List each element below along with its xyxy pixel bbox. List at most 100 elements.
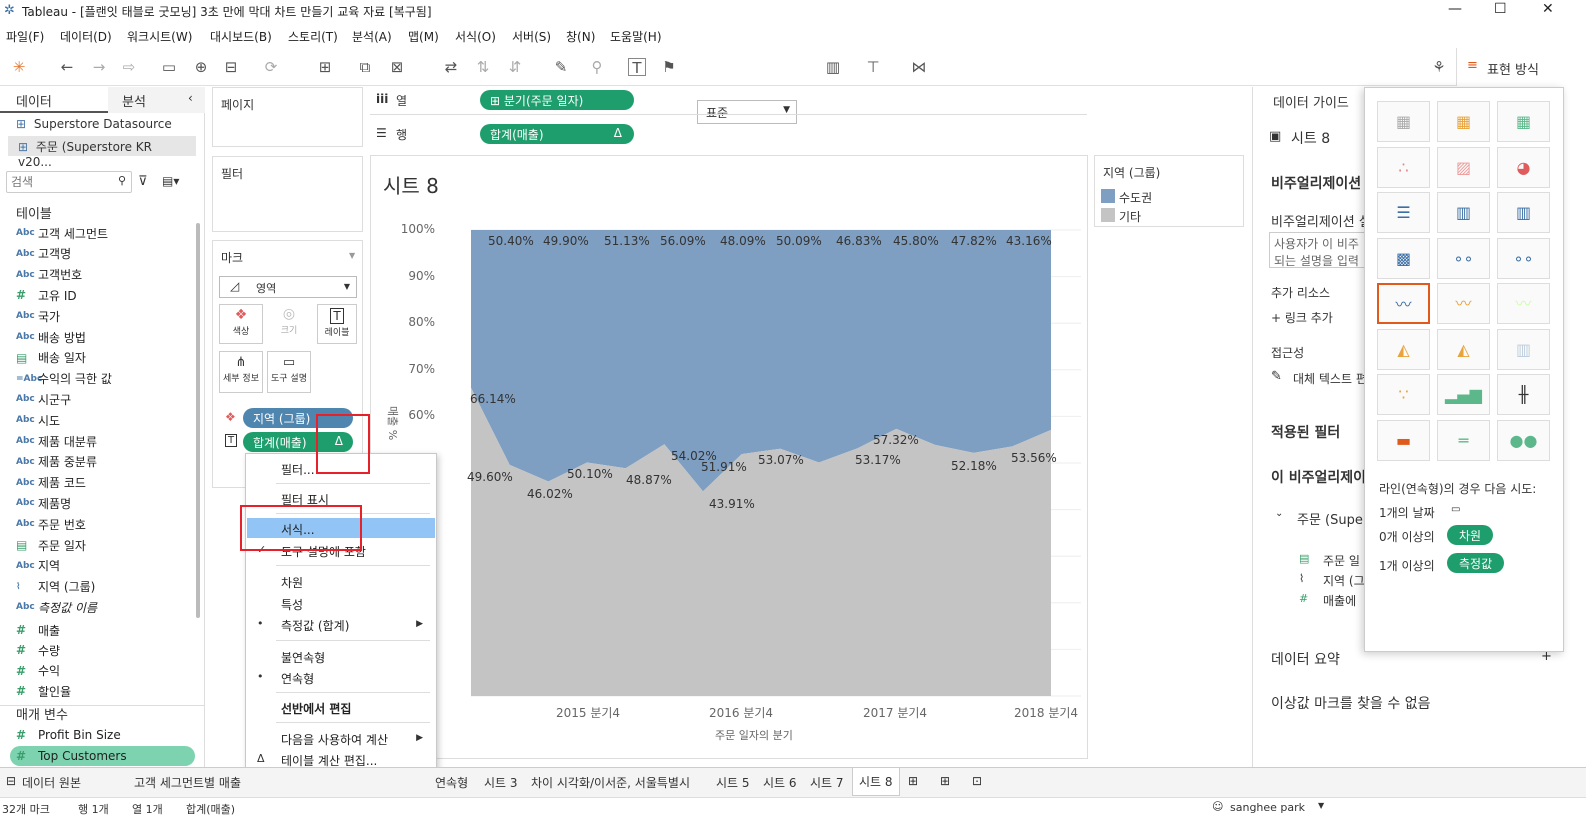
save-icon[interactable]: ▭ [160, 58, 178, 76]
dimensions-field[interactable]: Abc 고객번호 [16, 265, 82, 285]
dimensions-field[interactable]: Abc 제품 코드 [16, 473, 86, 493]
columns-shelf[interactable]: iii 열 ⊞ 분기(주문 일자) [370, 87, 1087, 115]
side-by-side-bars-thumbnail[interactable]: ▥ [1497, 192, 1550, 233]
dimensions-field[interactable]: Abc 제품 중분류 [16, 452, 97, 472]
dimensions-field[interactable]: Abc 배송 방법 [16, 327, 86, 347]
text-table-thumbnail[interactable]: ▦ [1377, 101, 1430, 142]
menu-item[interactable]: 특성 [247, 593, 435, 613]
dimensions-field[interactable]: Abc 주문 번호 [16, 514, 86, 534]
chevron-down-icon[interactable]: ▼ [349, 251, 355, 260]
dimensions-field[interactable]: ⌇ 지역 (그룹) [16, 577, 95, 597]
tab-analysis[interactable]: 분석 ‹ [108, 87, 205, 113]
menu-window[interactable]: 창(N) [566, 28, 595, 45]
measures-field[interactable]: # 할인율 [16, 681, 71, 701]
highlight-table-thumbnail[interactable]: ▦ [1497, 101, 1550, 142]
show-labels-icon[interactable]: T [628, 58, 646, 77]
params-field[interactable]: # Top Customers [10, 746, 195, 766]
dimensions-field[interactable]: Abc 고객 세그먼트 [16, 223, 108, 243]
clear-sheet-icon[interactable]: ⊠ [388, 58, 406, 76]
symbol-map-thumbnail[interactable]: ∴ [1377, 146, 1430, 188]
sort-asc-icon[interactable]: ⇅ [474, 58, 492, 76]
area-discrete-thumbnail[interactable]: ◭ [1437, 328, 1490, 370]
bullet-graph-thumbnail[interactable]: ═ [1437, 419, 1490, 461]
circle-views-thumbnail[interactable]: ∘∘ [1437, 237, 1490, 279]
new-sheet-icon[interactable]: ⊞ [908, 774, 918, 788]
treemap-thumbnail[interactable]: ▩ [1377, 237, 1430, 279]
columns-pill[interactable]: ⊞ 분기(주문 일자) [480, 90, 634, 110]
tab-data[interactable]: 데이터 [0, 87, 108, 113]
menu-file[interactable]: 파일(F) [6, 28, 44, 45]
rows-pill[interactable]: 합계(매출) Δ [480, 124, 634, 144]
legend-item-capital[interactable]: 수도권 [1119, 189, 1152, 206]
pie-chart-thumbnail[interactable]: ◕ [1497, 146, 1550, 188]
menu-story[interactable]: 스토리(T) [288, 28, 338, 45]
menu-worksheet[interactable]: 워크시트(W) [127, 28, 192, 45]
group-icon[interactable]: ⚲ [588, 58, 606, 76]
pages-shelf[interactable]: 페이지 [212, 87, 363, 147]
datasource-item-selected[interactable]: ⊞ 주문 (Superstore KR v20... [8, 136, 196, 169]
measures-field[interactable]: # 매출 [16, 620, 60, 640]
tab-continuous[interactable]: 연속형 [435, 774, 468, 791]
description-box[interactable]: 사용자가 이 비주 되는 설명을 입력 [1269, 232, 1379, 268]
label-button[interactable]: T 레이블 [317, 304, 357, 344]
menu-server[interactable]: 서버(S) [512, 28, 551, 45]
new-story-icon[interactable]: ⊡ [972, 774, 982, 788]
dimensions-field[interactable]: =Abc 수익의 극한 값 [16, 369, 112, 389]
chevron-down-icon[interactable]: ⌄ [1275, 508, 1283, 519]
tab-datasource[interactable]: 데이터 원본 [22, 774, 81, 791]
histogram-thumbnail[interactable]: ▂▄▆ [1437, 374, 1490, 415]
menu-item[interactable]: 테이블 계산 편집... Δ [247, 749, 435, 769]
menu-analysis[interactable]: 분석(A) [352, 28, 392, 45]
dimensions-field[interactable]: Abc 제품 대분류 [16, 431, 97, 451]
tab-sheet5[interactable]: 시트 5 [716, 774, 750, 791]
measures-field[interactable]: # 수량 [16, 640, 60, 660]
pin-icon[interactable]: ⚑ [660, 58, 678, 76]
tab-sheet3[interactable]: 시트 3 [484, 774, 518, 791]
presentation-icon[interactable]: ⊤ [864, 58, 882, 76]
refresh-icon[interactable]: ⟳ [262, 58, 280, 76]
collapse-icon[interactable]: ‹ [188, 91, 193, 105]
params-field[interactable]: # Profit Bin Size [16, 725, 121, 745]
minimize-button[interactable]: — [1448, 1, 1462, 17]
share-icon[interactable]: ⋈ [910, 58, 928, 76]
lines-discrete-thumbnail[interactable]: 〰 [1437, 283, 1490, 324]
lines-continuous-thumbnail[interactable]: 〰 [1377, 283, 1430, 324]
size-button[interactable]: ◎ 크기 [267, 304, 311, 344]
dimensions-field[interactable]: Abc 측정값 이름 [16, 597, 97, 617]
menu-item[interactable]: 측정값 (합계) • ▶ [247, 614, 435, 634]
status-user[interactable]: sanghee park [1230, 801, 1305, 814]
menu-map[interactable]: 맵(M) [408, 28, 439, 45]
tooltip-button[interactable]: ▭ 도구 설명 [267, 351, 311, 393]
maximize-button[interactable]: ☐ [1494, 1, 1507, 17]
menu-item[interactable]: 차원 [247, 571, 435, 591]
menu-item[interactable]: 선반에서 편집 [247, 697, 435, 717]
legend-item-other[interactable]: 기타 [1119, 208, 1141, 225]
new-datasource-icon[interactable]: ⊕ [192, 58, 210, 76]
tab-sheet8[interactable]: 시트 8 [852, 768, 900, 796]
show-me-button[interactable]: ≡ 표현 방식 [1456, 48, 1586, 86]
measures-field[interactable]: # 수익 [16, 661, 60, 681]
show-cards-icon[interactable]: ▥ [824, 58, 842, 76]
search-box[interactable]: ⚲ [6, 171, 132, 193]
box-whisker-thumbnail[interactable]: ╫ [1497, 374, 1550, 415]
chevron-down-icon[interactable]: ▼ [1318, 801, 1324, 810]
tab-segment-sales[interactable]: 고객 세그먼트별 매출 [134, 774, 241, 791]
pause-icon[interactable]: ⊟ [222, 58, 240, 76]
dimensions-field[interactable]: Abc 시도 [16, 410, 60, 430]
sort-desc-icon[interactable]: ⇵ [506, 58, 524, 76]
dimensions-field[interactable]: Abc 지역 [16, 556, 60, 576]
add-link-button[interactable]: + 링크 추가 [1271, 309, 1333, 326]
menu-format[interactable]: 서식(O) [455, 28, 496, 45]
detail-button[interactable]: ⋔ 세부 정보 [219, 351, 263, 393]
dimensions-field[interactable]: Abc 고객명 [16, 244, 71, 264]
tab-diff-viz[interactable]: 차이 시각화/이서준, 서울특별시 [531, 774, 690, 791]
scatter-plot-thumbnail[interactable]: ∵ [1377, 374, 1430, 415]
heat-map-thumbnail[interactable]: ▦ [1437, 101, 1490, 142]
filter-icon[interactable]: ⊽ [138, 174, 148, 189]
dimensions-field[interactable]: ▤ 주문 일자 [16, 535, 86, 555]
swap-icon[interactable]: ⇄ [442, 58, 460, 76]
datasource-item[interactable]: ⊞ Superstore Datasource [16, 117, 172, 131]
redo-icon[interactable]: → [90, 58, 108, 76]
tab-sheet7[interactable]: 시트 7 [810, 774, 844, 791]
dimensions-field[interactable]: Abc 제품명 [16, 493, 71, 513]
